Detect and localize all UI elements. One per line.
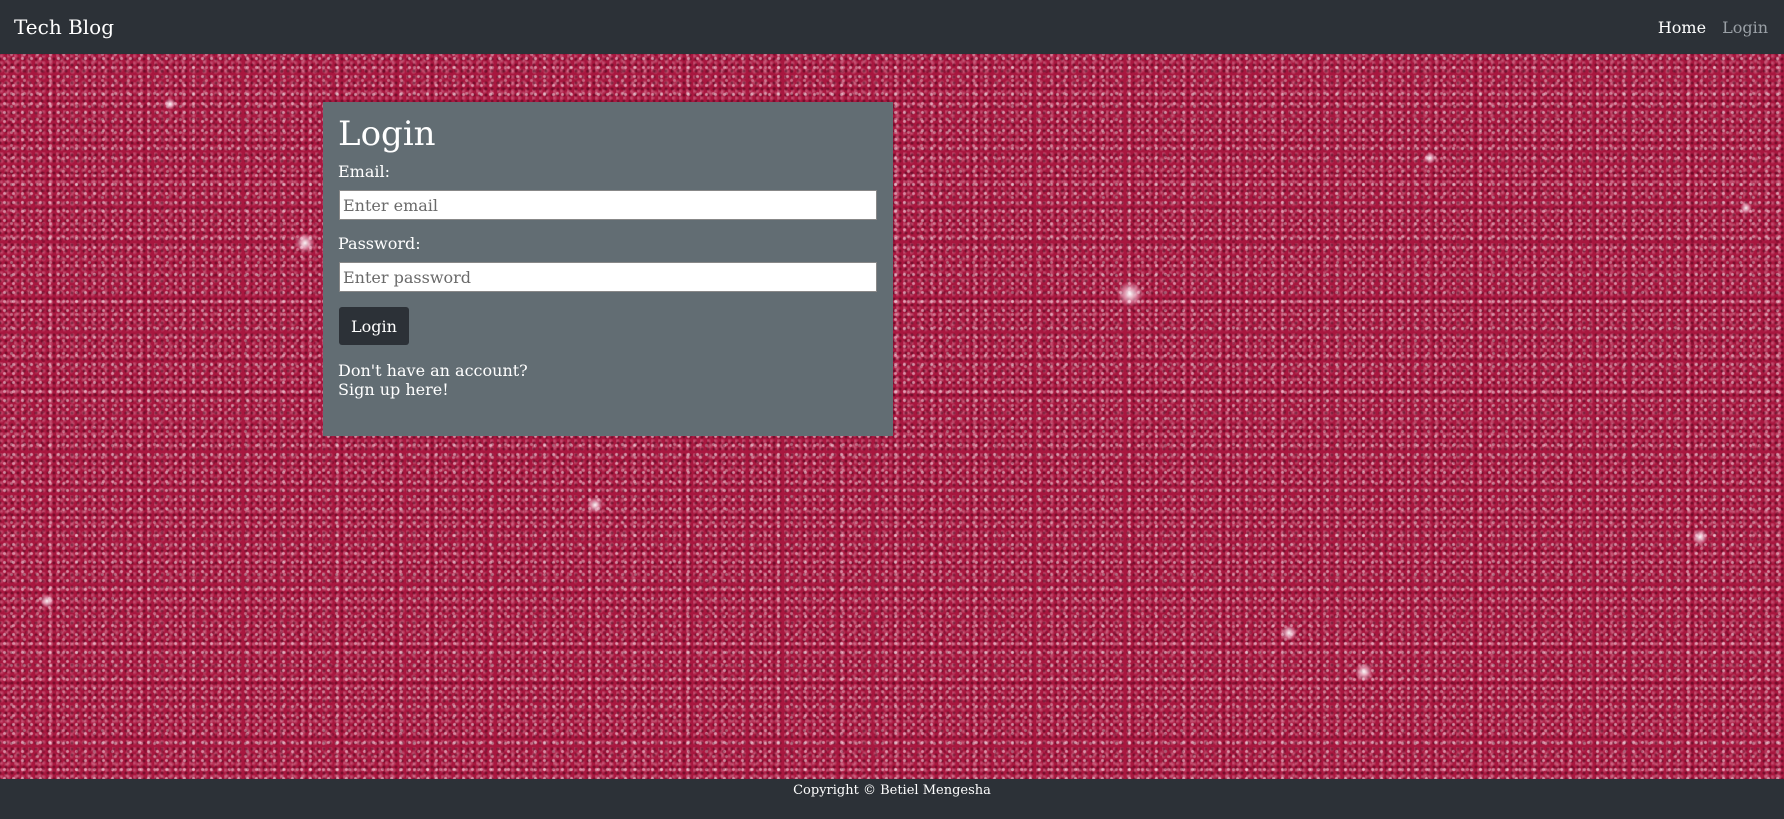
nav-links: Home Login [1658,18,1768,37]
password-field[interactable] [339,262,877,292]
glitter-highlight [1281,625,1297,641]
glitter-highlight [1117,281,1143,307]
top-navbar: Tech Blog Home Login [0,0,1784,54]
glitter-highlight [295,233,315,253]
nav-link-login[interactable]: Login [1722,18,1768,37]
account-prompt: Don't have an account? [338,361,528,380]
nav-link-home[interactable]: Home [1658,18,1706,37]
glitter-highlight [1692,529,1708,545]
glitter-highlight [1740,202,1752,214]
footer: Copyright © Betiel Mengesha [0,779,1784,819]
brand-title[interactable]: Tech Blog [14,15,114,39]
login-title: Login [338,114,436,154]
copyright-text: Copyright © Betiel Mengesha [793,783,991,798]
glitter-highlight [164,98,176,110]
signup-link[interactable]: Sign up here! [338,380,449,399]
glitter-highlight [1424,152,1436,164]
glitter-highlight [587,497,603,513]
glitter-highlight [40,594,54,608]
login-button[interactable]: Login [339,307,409,345]
email-label: Email: [338,162,391,181]
glitter-highlight [1355,663,1373,681]
login-card: Login Email: Password: Login Don't have … [323,102,893,436]
password-label: Password: [338,234,421,253]
email-field[interactable] [339,190,877,220]
